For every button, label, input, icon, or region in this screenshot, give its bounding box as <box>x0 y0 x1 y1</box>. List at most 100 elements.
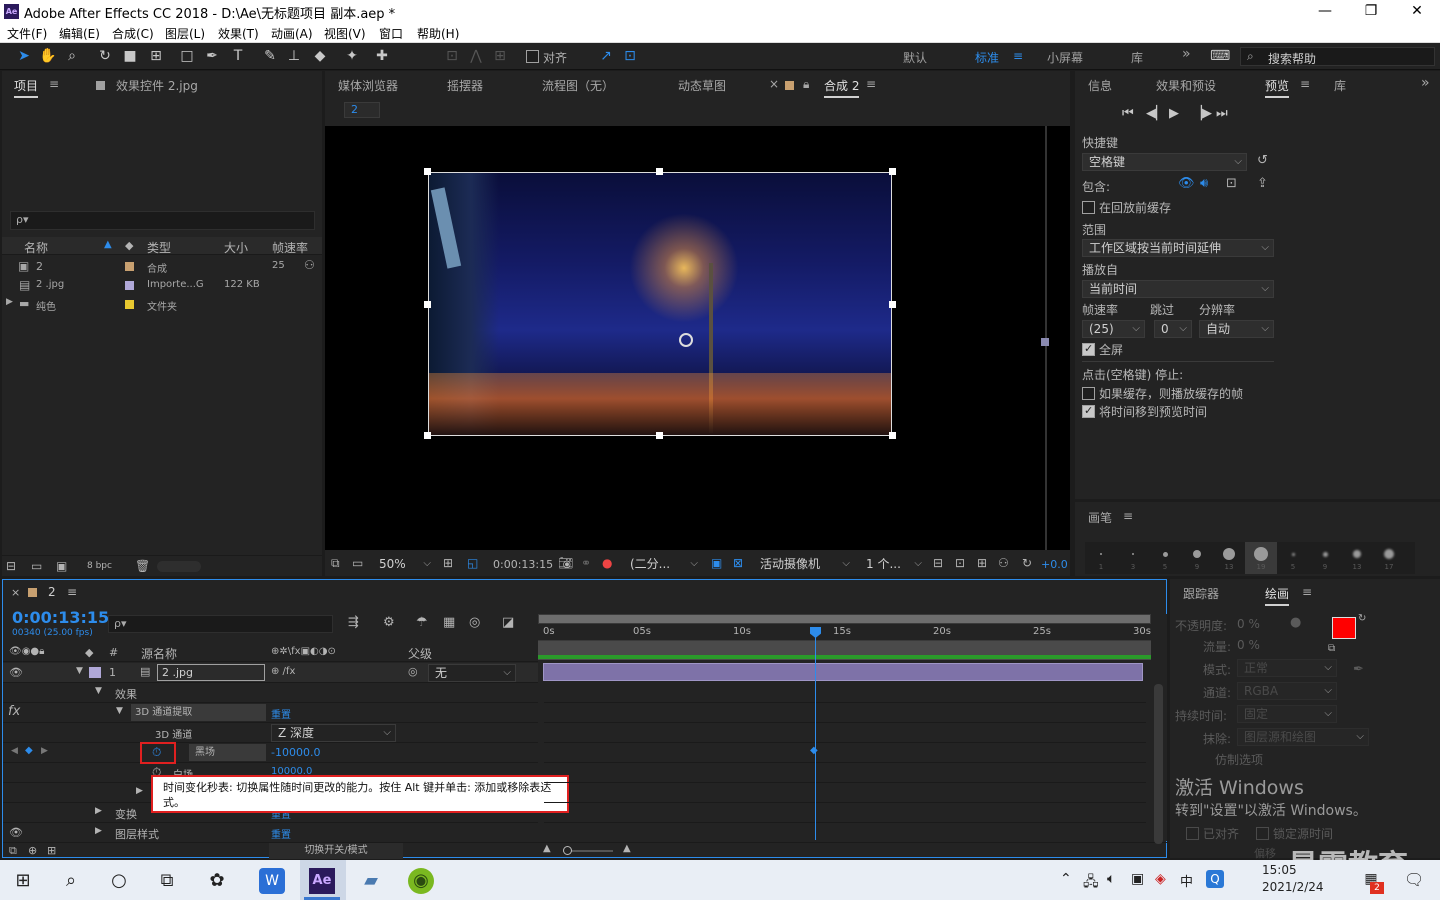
include-video-icon[interactable]: 👁︎ <box>1178 176 1195 191</box>
hide-shy-layers-icon[interactable]: ☂ <box>416 615 428 630</box>
motion-blur-icon[interactable]: ◎ <box>469 615 480 630</box>
close-button[interactable]: ✕ <box>1394 0 1440 23</box>
time-ruler[interactable]: 0s 05s 10s 15s 20s 25s 30s <box>538 624 1151 641</box>
tray-nvidia-icon[interactable]: ▣ <box>1131 871 1144 887</box>
pick-whip-icon[interactable]: ◎ <box>408 665 418 678</box>
camera-tool-icon[interactable]: ■ <box>120 47 140 66</box>
composition-canvas[interactable] <box>325 126 1070 550</box>
layer-duration-bar[interactable] <box>543 663 1143 681</box>
tab-info[interactable]: 信息 <box>1088 77 1112 94</box>
workspace-menu-icon[interactable]: ≡ <box>1013 49 1023 63</box>
hand-tool-icon[interactable]: ✋ <box>38 47 58 66</box>
effect-row-3d-channel-extract[interactable]: fx ▼ 3D 通道提取 重置 <box>3 703 538 723</box>
eraser-tool-icon[interactable]: ◆ <box>310 47 330 66</box>
comp-breadcrumb-chip[interactable]: 2 <box>344 102 380 118</box>
fast-previews-icon[interactable]: ⊡ <box>955 556 965 570</box>
next-frame-icon[interactable]: ▕▶ <box>1192 106 1212 121</box>
cortana-icon[interactable]: ○ <box>106 868 132 894</box>
stopwatch-icon[interactable]: ⏱︎ <box>152 745 161 760</box>
swap-colors-icon[interactable]: ↻ <box>1358 613 1366 624</box>
workspace-keyboard-icon[interactable]: ⌨ <box>1210 47 1230 66</box>
wps-app-icon[interactable]: W <box>259 868 285 894</box>
windows-start-icon[interactable]: ⊞ <box>10 868 36 894</box>
transform-handle[interactable] <box>424 301 431 308</box>
effect-name[interactable]: 3D 通道提取 <box>131 704 266 721</box>
column-parent[interactable]: 父级 <box>408 645 432 662</box>
reset-exposure-icon[interactable]: ↻ <box>1022 556 1032 570</box>
menu-effect[interactable]: 效果(T) <box>218 25 259 42</box>
aligned-checkbox[interactable] <box>1186 827 1199 840</box>
property-row-black-point[interactable]: ◀ ◆ ▶ ⏱︎ 黑场 -10000.0 <box>3 742 538 764</box>
zoom-dropdown[interactable]: 50% ⌵ <box>372 555 436 573</box>
column-name[interactable]: 名称 <box>24 239 48 256</box>
if-cached-checkbox[interactable] <box>1082 387 1095 400</box>
transform-handle[interactable] <box>889 432 896 439</box>
last-frame-icon[interactable]: ⏭ <box>1216 106 1228 121</box>
visibility-eye-icon[interactable]: 👁︎ <box>9 826 23 839</box>
menu-animation[interactable]: 动画(A) <box>271 25 313 42</box>
close-tab-icon[interactable]: × <box>11 586 20 599</box>
clock-time[interactable]: 15:05 <box>1262 863 1297 877</box>
shortcut-dropdown[interactable]: 空格键 ⌵ <box>1082 153 1247 171</box>
play-from-dropdown[interactable]: 当前时间 ⌵ <box>1082 280 1274 298</box>
workspace-standard[interactable]: 标准 <box>975 49 999 66</box>
transparency-grid-icon[interactable]: ⊠ <box>733 556 743 570</box>
region-of-interest-icon[interactable]: ▣ <box>711 556 722 570</box>
brush-tip[interactable]: 19 <box>1245 542 1277 574</box>
brush-tool-icon[interactable]: ✎ <box>260 47 280 66</box>
clock-date[interactable]: 2021/2/24 <box>1262 880 1324 894</box>
tab-effect-controls[interactable]: 效果控件 2.jpg <box>116 77 198 94</box>
column-size[interactable]: 大小 <box>224 239 248 256</box>
exposure-value[interactable]: +0.0 <box>1041 558 1068 571</box>
snap-checkbox[interactable] <box>526 50 539 63</box>
duration-dropdown[interactable]: 固定 ⌵ <box>1237 705 1337 723</box>
current-time-display[interactable]: 0:00:13:15 <box>12 608 109 627</box>
tab-timeline-comp[interactable]: 2 <box>48 585 56 599</box>
zoom-out-icon[interactable]: ▲ <box>543 843 551 854</box>
monitor-icon[interactable]: ▭ <box>352 556 363 570</box>
resolution-dropdown[interactable]: (二分... ⌵ <box>623 555 703 573</box>
cache-before-playback-checkbox[interactable] <box>1082 201 1095 214</box>
bit-depth-button[interactable]: 8 bpc <box>87 561 112 571</box>
time-navigator[interactable] <box>538 614 1151 624</box>
new-folder-icon[interactable]: ▭ <box>31 559 42 573</box>
tab-motion-sketch[interactable]: 动态草图 <box>678 77 726 94</box>
include-overlays-icon[interactable]: ⊡ <box>1226 176 1237 191</box>
project-item-jpg[interactable]: ▤ 2 .jpg Importe...G 122 KB <box>2 276 322 295</box>
tab-wiggler[interactable]: 摇摆器 <box>447 77 483 94</box>
local-axis-icon[interactable]: ⊡ <box>442 47 462 66</box>
collapse-arrow-icon[interactable]: ▼ <box>76 666 83 676</box>
current-time-indicator[interactable] <box>815 628 816 840</box>
taskbar-search-icon[interactable]: ⌕ <box>58 868 84 894</box>
workspace-libraries[interactable]: 库 <box>1131 49 1143 66</box>
toggle-guides-icon[interactable]: ⊞ <box>443 556 453 570</box>
channel-dropdown[interactable]: Z 深度 ⌵ <box>271 724 396 742</box>
transform-handle[interactable] <box>889 301 896 308</box>
menu-view[interactable]: 视图(V) <box>324 25 366 42</box>
next-keyframe-icon[interactable]: ▶ <box>41 746 48 756</box>
workspace-more-icon[interactable]: » <box>1182 46 1191 62</box>
minimize-button[interactable]: — <box>1302 0 1348 23</box>
views-dropdown[interactable]: 1 个... ⌵ <box>859 555 927 573</box>
tray-expand-icon[interactable]: ⌃ <box>1060 871 1072 887</box>
foreground-color-swatch[interactable] <box>1332 617 1356 639</box>
expand-arrow-icon[interactable]: ▶ <box>95 806 102 816</box>
rectangle-tool-icon[interactable]: □ <box>177 47 197 66</box>
workspace-small-screen[interactable]: 小屏幕 <box>1047 49 1083 66</box>
timeline-scrollbar[interactable] <box>1151 614 1167 844</box>
tab-flowchart[interactable]: 流程图（无） <box>542 77 614 94</box>
brush-tip[interactable]: 9 <box>1309 542 1341 574</box>
layer-switches-icon[interactable]: ⊕ /fx <box>271 666 295 677</box>
thumbnail-slider[interactable] <box>157 561 201 572</box>
zoom-in-icon[interactable]: ▲ <box>623 843 631 854</box>
frame-blending-icon[interactable]: ▦ <box>443 615 455 630</box>
tab-preview[interactable]: 预览 <box>1265 77 1290 98</box>
selection-tool-icon[interactable]: ➤ <box>14 47 34 66</box>
trash-icon[interactable]: 🗑 <box>135 559 150 573</box>
default-colors-icon[interactable]: ⧉ <box>1328 643 1335 654</box>
project-search-input[interactable]: ρ▾ <box>10 211 315 230</box>
paint-menu-icon[interactable]: ≡ <box>1302 585 1312 599</box>
brush-tip[interactable]: 9 <box>1181 542 1213 574</box>
layer-row-1[interactable]: 👁︎ ▼ 1 ▤ 2 .jpg ⊕ /fx ◎ 无 ⌵ <box>3 663 538 683</box>
include-audio-icon[interactable]: 🔊︎ <box>1200 176 1208 191</box>
